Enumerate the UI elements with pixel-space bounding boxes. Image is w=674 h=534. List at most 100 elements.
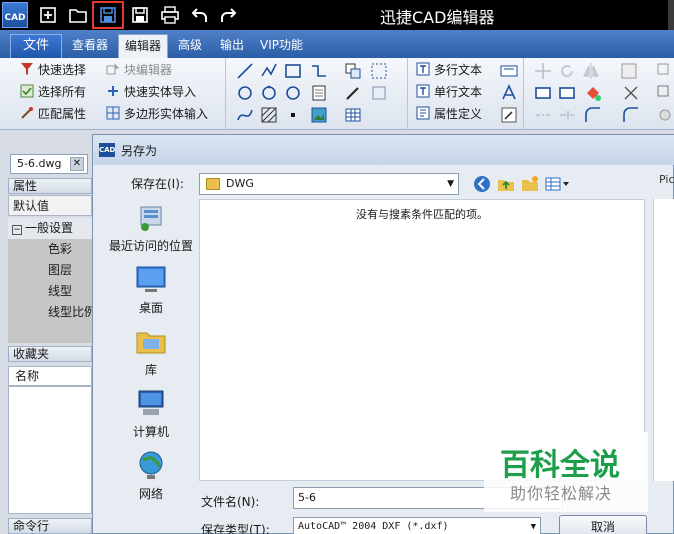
place-network[interactable]: 网络 xyxy=(103,449,199,502)
curve-tool-icon[interactable] xyxy=(236,106,254,124)
arc-tool-icon[interactable] xyxy=(284,84,302,102)
place-computer[interactable]: 计算机 xyxy=(103,387,199,440)
tab-vip[interactable]: VIP功能 xyxy=(254,34,309,58)
line-tool-icon[interactable] xyxy=(236,62,254,80)
quick-select-button[interactable]: 快速选择 xyxy=(20,60,86,80)
up-folder-icon[interactable] xyxy=(497,175,515,193)
color-fill-icon[interactable] xyxy=(584,84,602,102)
stretch-icon[interactable] xyxy=(534,84,552,102)
scale-icon[interactable] xyxy=(656,62,674,80)
redo-icon[interactable] xyxy=(216,3,240,27)
property-layer[interactable]: 图层 xyxy=(8,260,92,281)
quick-entity-import-label: 快速实体导入 xyxy=(124,85,197,99)
explode-icon[interactable] xyxy=(656,106,674,124)
close-icon[interactable]: ✕ xyxy=(70,157,84,171)
table-tool-icon[interactable] xyxy=(310,84,328,102)
property-color[interactable]: 色彩 xyxy=(8,239,92,260)
back-icon[interactable] xyxy=(473,175,491,193)
text-edit-icon[interactable] xyxy=(500,106,518,124)
place-library-label: 库 xyxy=(144,363,157,377)
circle-tool-icon[interactable] xyxy=(236,84,254,102)
cancel-button[interactable]: 取消 xyxy=(559,515,647,534)
preview-label: Pict xyxy=(659,173,674,186)
filetype-dropdown[interactable]: AutoCAD™ 2004 DXF (*.dxf) ▼ xyxy=(293,517,541,534)
filename-label: 文件名(N): xyxy=(201,495,260,509)
ribbon-group-text: 多行文本 单行文本 属性定义 xyxy=(408,58,524,130)
move-icon[interactable] xyxy=(534,62,552,80)
new-file-icon[interactable] xyxy=(36,3,60,27)
extend-icon[interactable] xyxy=(656,84,674,102)
grid-table-icon[interactable] xyxy=(344,106,362,124)
undo-icon[interactable] xyxy=(188,3,212,27)
trim-icon[interactable] xyxy=(622,84,640,102)
app-logo-icon[interactable]: CAD xyxy=(2,2,28,28)
ribbon-panel: 快速选择 块编辑器 选择所有 快速实体导入 匹配属性 多边形实体输入 多行文本 … xyxy=(0,58,674,130)
properties-default-dropdown[interactable]: 默认值 xyxy=(8,195,92,216)
array-icon[interactable] xyxy=(620,62,638,80)
match-properties-button[interactable]: 匹配属性 xyxy=(20,104,86,124)
block-editor-label: 块编辑器 xyxy=(124,63,173,77)
property-linetype[interactable]: 线型 xyxy=(8,281,92,302)
ribbon-tab-bar: 文件 查看器 编辑器 高级 输出 VIP功能 xyxy=(0,30,674,58)
select-all-button[interactable]: 选择所有 xyxy=(20,82,86,102)
tab-viewer[interactable]: 查看器 xyxy=(66,34,114,58)
tab-advanced[interactable]: 高级 xyxy=(172,34,208,58)
spline-tool-icon[interactable] xyxy=(310,62,328,80)
hatch-tool-icon[interactable] xyxy=(260,106,278,124)
tab-file[interactable]: 文件 xyxy=(10,34,62,58)
place-computer-label: 计算机 xyxy=(132,425,169,439)
dialog-title: 另存为 xyxy=(121,144,158,158)
ellipse-tool-icon[interactable] xyxy=(260,84,278,102)
property-linetype-scale[interactable]: 线型比例 xyxy=(8,302,92,323)
image-tool-icon[interactable] xyxy=(310,106,328,124)
save-in-label: 保存在(I): xyxy=(131,177,184,191)
document-tab[interactable]: 5-6.dwg ✕ xyxy=(10,154,88,174)
region-tool-icon[interactable] xyxy=(370,62,388,80)
recent-places-icon xyxy=(135,201,167,233)
quick-entity-import-button[interactable]: 快速实体导入 xyxy=(106,82,196,102)
polyline-tool-icon[interactable] xyxy=(260,62,278,80)
tab-editor[interactable]: 编辑器 xyxy=(118,34,169,58)
save-icon[interactable] xyxy=(92,1,124,29)
save-in-dropdown[interactable]: DWG ▼ xyxy=(199,173,459,195)
place-recent-label: 最近访问的位置 xyxy=(108,239,193,253)
rectangle-tool-icon[interactable] xyxy=(284,62,302,80)
place-desktop[interactable]: 桌面 xyxy=(103,263,199,316)
tab-output[interactable]: 输出 xyxy=(214,34,250,58)
favorites-name-column[interactable]: 名称 xyxy=(8,366,92,386)
rotate-icon[interactable] xyxy=(558,62,576,80)
text-number-icon[interactable] xyxy=(500,62,518,80)
network-globe-icon xyxy=(135,449,167,481)
offset-icon[interactable] xyxy=(558,84,576,102)
text-box-icon xyxy=(416,62,430,76)
point-tool-icon[interactable] xyxy=(284,106,302,124)
place-library[interactable]: 库 xyxy=(103,325,199,378)
mirror-icon[interactable] xyxy=(582,62,600,80)
new-folder-icon[interactable] xyxy=(521,175,539,193)
print-icon[interactable] xyxy=(158,3,182,27)
join-icon[interactable] xyxy=(622,106,640,124)
window-title: 迅捷CAD编辑器 xyxy=(380,8,495,27)
open-folder-icon[interactable] xyxy=(66,3,90,27)
block-editor-button[interactable]: 块编辑器 xyxy=(106,60,172,80)
break-icon[interactable] xyxy=(558,106,576,124)
view-menu-icon[interactable] xyxy=(545,175,571,193)
block-insert-icon[interactable] xyxy=(370,84,388,102)
dialog-title-bar[interactable]: CAD 另存为 xyxy=(93,135,674,165)
text-style-icon[interactable] xyxy=(500,84,518,102)
attribute-definition-button[interactable]: 属性定义 xyxy=(416,104,482,124)
favorites-list[interactable] xyxy=(8,386,92,514)
general-settings-group[interactable]: − 一般设置 xyxy=(8,218,92,239)
save-as-icon[interactable] xyxy=(128,3,152,27)
single-line-text-button[interactable]: 单行文本 xyxy=(416,82,482,102)
copy-tool-icon[interactable] xyxy=(344,62,362,80)
preview-pane xyxy=(653,199,674,481)
pencil-tool-icon[interactable] xyxy=(344,84,362,102)
chamfer-icon[interactable] xyxy=(534,106,552,124)
save-in-value: DWG xyxy=(226,177,254,190)
place-recent[interactable]: 最近访问的位置 xyxy=(103,201,199,254)
polygon-entity-input-button[interactable]: 多边形实体输入 xyxy=(106,104,208,124)
multiline-text-button[interactable]: 多行文本 xyxy=(416,60,482,80)
collapse-icon[interactable]: − xyxy=(12,225,22,235)
fillet-icon[interactable] xyxy=(584,106,602,124)
